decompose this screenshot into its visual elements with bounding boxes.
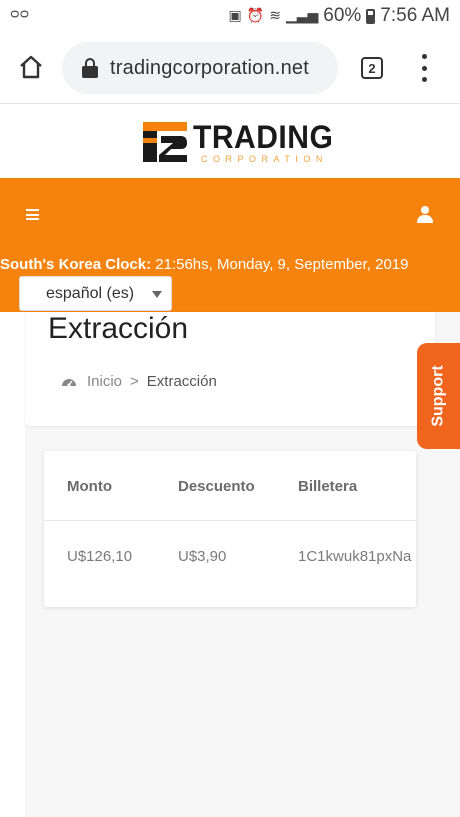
breadcrumb-current: Extracción [146,373,217,390]
cell-monto: U$126,10 [67,548,133,565]
breadcrumb-separator: > [130,373,139,390]
page-title-card: Extracción Inicio > Extracción [25,312,435,426]
page-margin [0,312,25,817]
signal-icon: ▁▃▅ [285,8,319,24]
column-header-descuento: Descuento [178,478,255,495]
table-header-row: Monto Descuento Billetera [44,451,416,521]
table-row: U$126,10 U$3,90 1C1kwuk81pxNa [44,522,416,592]
logo-subtitle: CORPORATION [201,154,328,164]
hamburger-menu-icon[interactable] [26,209,39,220]
url-text: tradingcorporation.net [110,56,309,79]
address-bar[interactable]: tradingcorporation.net [62,42,338,94]
chevron-down-icon [152,291,162,298]
status-icons: ▣ ⏰ ≋ ▁▃▅ 60% 7:56 AM [229,5,450,27]
site-logo[interactable]: TRADING CORPORATION [143,119,342,164]
alarm-icon: ⏰ [246,8,265,24]
home-icon [20,55,42,79]
logo-mark-icon [143,122,187,162]
dashboard-icon [62,379,76,387]
support-label: Support [429,365,447,427]
language-selected: español (es) [46,284,135,302]
battery-percent: 60% [323,5,362,26]
breadcrumb: Inicio > Extracción [61,373,217,390]
clock-time: 7:56 AM [380,5,450,26]
lock-icon [82,58,98,78]
clock-value: 21:56hs, Monday, 9, September, 2019 [151,256,409,273]
column-header-monto: Monto [67,478,112,495]
withdrawals-table: Monto Descuento Billetera U$126,10 U$3,9… [44,451,416,607]
browser-menu-button[interactable] [418,54,430,82]
user-icon[interactable] [416,206,434,224]
cell-descuento: U$3,90 [178,548,227,565]
cell-billetera: 1C1kwuk81pxNa [298,548,412,565]
support-button[interactable]: Support [417,343,460,449]
image-icon: ▣ [228,8,242,24]
tab-switcher-button[interactable]: 2 [361,57,383,79]
breadcrumb-home-link[interactable]: Inicio [87,373,122,390]
site-logo-bar: TRADING CORPORATION [0,104,460,178]
browser-toolbar: tradingcorporation.net 2 [0,32,460,104]
battery-icon [366,8,376,24]
home-button[interactable] [14,50,48,84]
page-title: Extracción [48,312,189,345]
column-header-billetera: Billetera [298,478,358,495]
korea-clock: South's Korea Clock: 21:56hs, Monday, 9,… [0,256,409,273]
status-bar: ᴑᴑ ▣ ⏰ ≋ ▁▃▅ 60% 7:56 AM [0,0,460,32]
wifi-icon: ≋ [269,8,281,24]
language-select[interactable]: español (es) [19,276,172,311]
logo-wordmark: TRADING [193,119,334,155]
site-header: South's Korea Clock: 21:56hs, Monday, 9,… [0,178,460,312]
clock-label: South's Korea Clock: [0,256,152,273]
voicemail-icon: ᴑᴑ [10,6,30,22]
